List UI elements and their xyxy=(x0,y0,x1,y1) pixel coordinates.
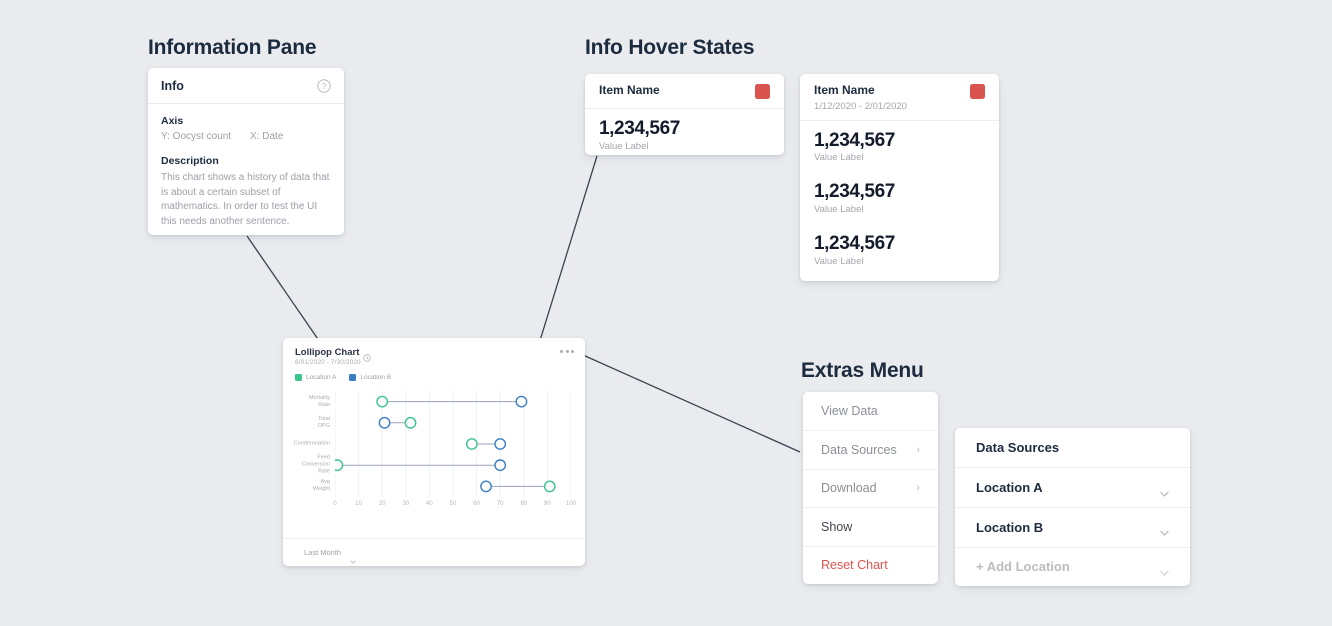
info-pane-header: Info ? xyxy=(148,68,344,104)
x-axis-tick-label: 60 xyxy=(473,501,480,507)
data-source-row-location-a[interactable]: Location A xyxy=(955,468,1190,507)
info-pane-body: Axis Y: Oocyst count X: Date Description… xyxy=(148,104,344,229)
lollipop-chart-card: Lollipop Chart 6/01/2020 - 7/30/2020 Loc… xyxy=(283,338,585,566)
menu-item-show[interactable]: Show xyxy=(803,507,938,545)
menu-item-view-data[interactable]: View Data xyxy=(803,392,938,430)
axis-y-label: Y: Oocyst count xyxy=(161,131,232,142)
x-axis-tick-label: 100 xyxy=(565,501,577,507)
hover-date-range: 1/12/2020 - 2/01/2020 xyxy=(814,100,907,112)
data-source-label: + Add Location xyxy=(976,559,1070,575)
hover-value-label: Value Label xyxy=(814,204,864,216)
axis-heading: Axis xyxy=(161,115,184,127)
x-axis-tick-label: 30 xyxy=(402,501,410,507)
x-axis-tick-label: 0 xyxy=(333,501,337,507)
x-axis-tick-label: 70 xyxy=(496,501,504,507)
data-sources-submenu: Data Sources Location A Location B + Add… xyxy=(955,428,1190,586)
y-axis-category-label: Avg Weight xyxy=(312,479,330,493)
extras-menu: View Data Data Sources › Download › Show… xyxy=(803,392,938,584)
data-sources-title: Data Sources xyxy=(955,428,1190,468)
question-circle-icon[interactable]: ? xyxy=(317,78,331,93)
section-title-information-pane: Information Pane xyxy=(148,36,317,59)
ellipsis-icon[interactable] xyxy=(560,350,574,353)
data-source-label: Location A xyxy=(976,480,1043,496)
menu-item-label: Download xyxy=(821,481,877,496)
menu-item-label: Show xyxy=(821,519,853,534)
series-color-swatch xyxy=(755,84,770,99)
caret-down-icon[interactable] xyxy=(1160,524,1169,537)
menu-item-label: View Data xyxy=(821,404,878,419)
x-axis-tick-label: 90 xyxy=(544,501,551,507)
chevron-right-icon: › xyxy=(916,482,920,495)
hover-value-label: Value Label xyxy=(814,256,864,268)
info-pane-title: Info xyxy=(161,78,184,93)
chart-title: Lollipop Chart xyxy=(295,347,360,358)
series-color-swatch xyxy=(970,84,985,99)
plot-svg xyxy=(331,391,572,497)
hover-value-label: Value Label xyxy=(599,140,649,152)
y-axis-category-label: Total OPG xyxy=(317,415,330,429)
hover-value: 1,234,567 xyxy=(599,118,680,139)
menu-item-reset-chart[interactable]: Reset Chart xyxy=(803,545,938,584)
hover-value: 1,234,567 xyxy=(814,233,895,255)
caret-down-icon[interactable] xyxy=(1160,564,1169,576)
axis-values: Y: Oocyst count X: Date xyxy=(161,131,331,142)
hover-card-header: Item Name xyxy=(585,74,784,109)
hover-value-row: 1,234,567 Value Label xyxy=(800,121,999,175)
menu-item-label: Reset Chart xyxy=(821,558,888,573)
legend-label: Location A xyxy=(306,374,337,381)
x-axis-tick-label: 20 xyxy=(378,501,386,507)
caret-down-icon[interactable] xyxy=(1160,485,1169,497)
hover-card-header: Item Name 1/12/2020 - 2/01/2020 xyxy=(800,74,999,121)
x-axis-tick-label: 40 xyxy=(426,501,433,507)
y-axis-category-label: Feed Conversion Rate xyxy=(301,454,330,475)
hover-value-label: Value Label xyxy=(814,152,864,164)
chart-legend: Location A Location B xyxy=(295,374,573,381)
hover-item-name: Item Name xyxy=(814,83,875,97)
data-source-row-location-b[interactable]: Location B xyxy=(955,507,1190,546)
menu-item-download[interactable]: Download › xyxy=(803,468,938,507)
legend-label: Location B xyxy=(360,374,392,381)
information-pane-card: Info ? Axis Y: Oocyst count X: Date Desc… xyxy=(148,68,344,235)
menu-item-data-sources[interactable]: Data Sources › xyxy=(803,430,938,468)
clock-icon xyxy=(363,349,372,362)
x-axis-tick-label: 80 xyxy=(520,501,528,507)
hover-item-name: Item Name xyxy=(599,83,660,97)
hover-value: 1,234,567 xyxy=(814,129,895,151)
chevron-down-icon[interactable] xyxy=(350,551,356,564)
hover-value-row: 1,234,567 Value Label xyxy=(800,174,999,226)
description-text: This chart shows a history of data that … xyxy=(161,172,330,227)
hover-value: 1,234,567 xyxy=(814,181,895,203)
chart-title-row: Lollipop Chart xyxy=(295,347,573,362)
data-source-row-add-location[interactable]: + Add Location xyxy=(955,546,1190,586)
legend-swatch xyxy=(349,374,357,381)
section-title-extras-menu: Extras Menu xyxy=(801,359,924,382)
data-source-label: Location B xyxy=(976,519,1044,535)
legend-item-location-a[interactable]: Location A xyxy=(295,374,336,381)
hover-card-multi: Item Name 1/12/2020 - 2/01/2020 1,234,56… xyxy=(800,74,999,281)
legend-item-location-b[interactable]: Location B xyxy=(349,374,391,381)
chevron-right-icon: › xyxy=(916,444,920,457)
chart-plot-area: 0 10 20 30 40 50 60 70 80 90 100 Mortality Rate Tota… xyxy=(283,387,585,523)
menu-item-label: Data Sources xyxy=(821,443,897,458)
y-axis-category-label: Mortality Rate xyxy=(308,394,330,408)
hover-value-row: 1,234,567 Value Label xyxy=(585,109,784,163)
chart-header: Lollipop Chart 6/01/2020 - 7/30/2020 Loc… xyxy=(283,338,585,381)
x-axis-tick-label: 10 xyxy=(355,501,362,507)
hover-value-row: 1,234,567 Value Label xyxy=(800,226,999,278)
y-axis-category-label: Condemnation xyxy=(293,440,330,447)
x-axis-tick-label: 50 xyxy=(449,501,457,507)
page-root: Information Pane Info ? Axis Y: Oocyst c… xyxy=(0,0,1332,626)
chart-footer: Last Month xyxy=(283,538,585,566)
plot-inner: 0 10 20 30 40 50 60 70 80 90 100 Mortality Rate Tota… xyxy=(294,391,576,507)
chart-date-range: 6/01/2020 - 7/30/2020 xyxy=(295,359,361,366)
legend-swatch xyxy=(295,374,302,381)
description-heading: Description xyxy=(161,155,219,167)
time-range-select-label[interactable]: Last Month xyxy=(304,548,341,557)
section-title-info-hover-states: Info Hover States xyxy=(585,36,755,59)
axis-x-label: X: Date xyxy=(250,131,284,142)
hover-card-single: Item Name 1,234,567 Value Label xyxy=(585,74,784,155)
svg-text:?: ? xyxy=(322,82,327,91)
